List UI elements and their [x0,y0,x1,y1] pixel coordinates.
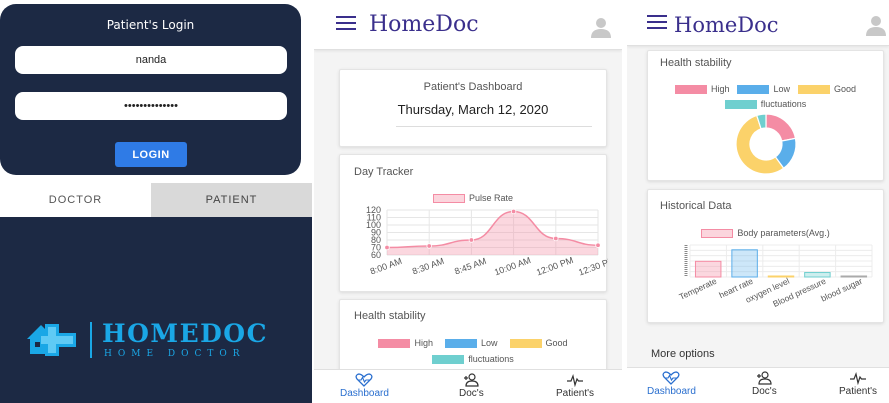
bottom-nav: Dashboard Doc's Patient's [314,369,622,403]
nav-label: Dashboard [647,386,696,397]
role-tabs: DOCTOR PATIENT [0,183,312,217]
legend-swatch [509,338,542,348]
add-user-icon [464,373,479,387]
day-tracker-card: Day Tracker Pulse Rate 60 70 80 90 100 110 120… [339,154,608,292]
x-tick-label: blood sugar [819,276,864,304]
app-bar: HomeDoc [627,0,889,46]
app-title: HomeDoc [369,12,479,37]
health-stability-card: Health stability High Low Good fluctuati… [339,299,607,379]
legend-label: Good [545,338,568,348]
nav-label: Patient's [556,388,595,399]
health-stability-card: Health stability High Low Good fluctuati… [647,50,884,181]
password-input[interactable] [15,92,287,120]
homedoc-logo-icon [27,324,76,356]
nav-dashboard[interactable]: Dashboard [340,373,389,399]
historical-data-card: Historical Data Body parameters(Avg.) Te… [647,189,884,323]
data-point [595,242,601,248]
y-tick-label: 120 [366,205,381,215]
historical-bar-chart: Temperate heart rateoxygen levelBlood pre… [678,244,873,309]
legend-item-fluctuations: fluctuations [432,354,514,364]
divider [396,126,592,127]
nav-patients[interactable]: Patient's [556,373,594,399]
legend-label: High [414,338,433,348]
add-user-icon [757,371,772,385]
dashboard-title: Patient's Dashboard [423,81,523,93]
login-button[interactable]: LOGIN [115,142,187,167]
stability-legend-row-2: fluctuations [340,354,606,364]
series-area [387,211,598,255]
bar [767,275,795,278]
pulse-icon [850,371,867,385]
x-tick-label: 10:00 AM [493,255,532,277]
pulse-icon [567,373,584,387]
legend-swatch [432,354,465,364]
legend-item-high: High [378,338,433,348]
x-tick-label: 12:00 PM [535,255,575,278]
x-tick-label: Temperate [678,276,719,302]
heart-pulse-icon [662,371,680,385]
history-screen: HomeDoc Health stability High Low Good f… [627,0,889,403]
nav-label: Doc's [752,386,777,397]
nav-label: Dashboard [340,388,389,399]
data-point [426,243,432,249]
more-options-link[interactable]: More options [651,348,715,360]
user-avatar-icon[interactable] [865,14,887,36]
dashboard-screen: HomeDoc Patient's Dashboard Thursday, Ma… [314,0,622,403]
hamburger-menu-icon[interactable] [336,16,356,30]
nav-docs[interactable]: Doc's [752,371,777,397]
app-title: HomeDoc [674,13,779,37]
x-tick-label: 8:30 AM [411,256,445,277]
stability-legend-row-1: High Low Good [340,338,606,348]
data-point [384,244,390,251]
user-avatar-icon[interactable] [590,16,612,38]
login-title: Patient's Login [106,18,195,32]
dashboard-date: Thursday, March 12, 2020 [397,102,549,117]
heart-pulse-icon [355,373,373,387]
nav-label: Patient's [839,386,878,397]
x-tick-label: 12:30 PM [577,255,608,278]
bar [804,272,831,278]
legend-swatch [444,338,477,348]
pie-slice [765,113,797,142]
bar [731,249,758,278]
nav-label: Doc's [459,388,484,399]
health-stability-donut-chart [735,113,797,175]
health-stability-title: Health stability [354,310,426,322]
bar [840,275,868,278]
bottom-nav: Dashboard Doc's Patient's [627,367,889,403]
brand-panel: HOMEDOC HOME DOCTOR [0,217,312,403]
x-tick-label: 8:45 AM [453,256,487,277]
data-point [468,237,475,243]
hamburger-menu-icon[interactable] [647,15,667,29]
pulse-rate-line-chart: 607080901001101208:00 AM 8:30 AM 8:45 AM 10… [366,205,608,278]
nav-dashboard[interactable]: Dashboard [647,371,696,397]
brand-subtitle: HOME DOCTOR [104,349,246,359]
brand-divider [90,322,92,358]
legend-label: fluctuations [468,354,514,364]
app-bar: HomeDoc [314,0,622,50]
data-point [510,208,517,215]
legend-item-low: Low [444,338,498,348]
tab-patient[interactable]: PATIENT [151,183,312,217]
bar [694,260,722,278]
username-input[interactable] [15,46,287,74]
legend-item-good: Good [509,338,568,348]
dashboard-card: Patient's Dashboard Thursday, March 12, … [339,69,607,147]
nav-docs[interactable]: Doc's [459,373,484,399]
login-card: Patient's Login LOGIN [0,4,301,175]
legend-swatch [378,338,411,348]
tab-doctor[interactable]: DOCTOR [0,183,151,217]
legend-label: Low [480,338,498,348]
nav-patients[interactable]: Patient's [839,371,877,397]
brand-name: HOMEDOC [102,319,268,348]
login-screen: Patient's Login LOGIN DOCTOR PATIENT HOM… [0,0,312,403]
data-point [553,235,559,242]
